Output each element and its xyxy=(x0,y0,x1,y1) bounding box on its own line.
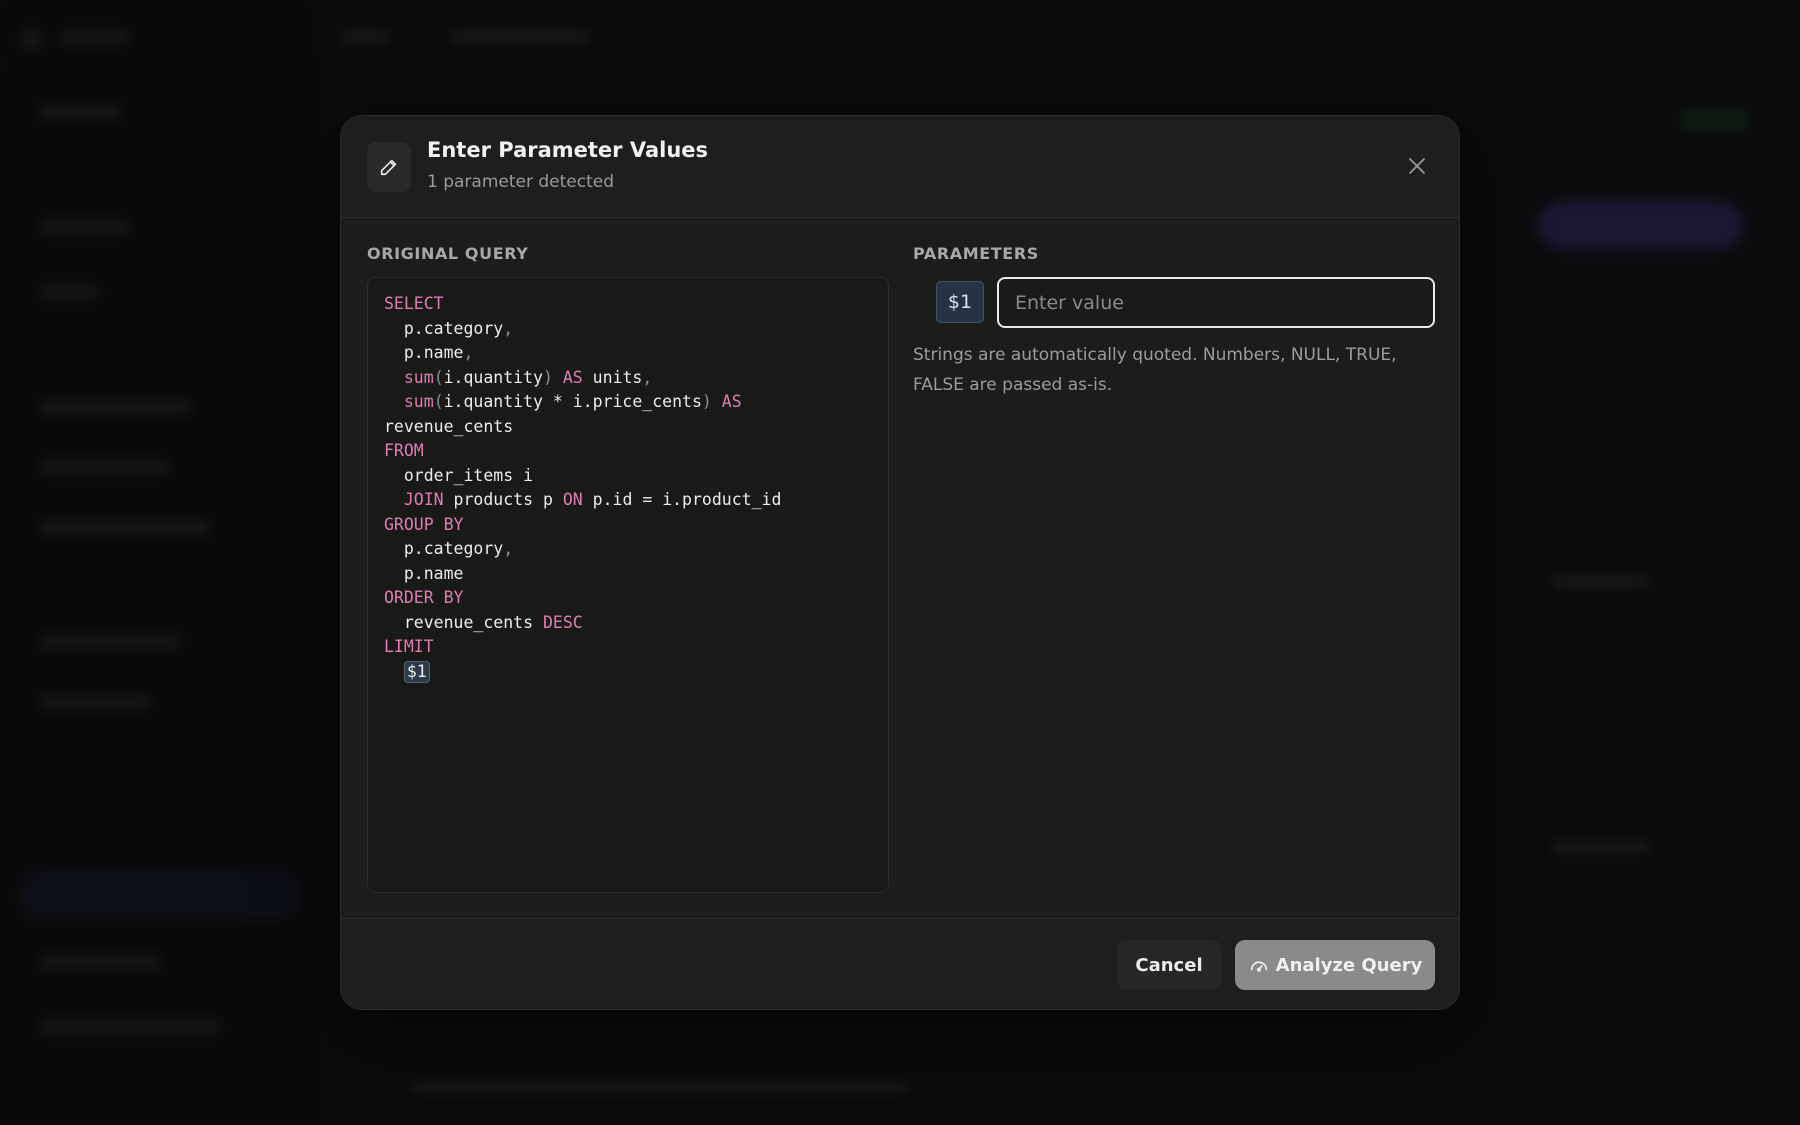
sql-punctuation: ) xyxy=(542,367,553,387)
sql-text: products p xyxy=(443,490,563,509)
sql-keyword: ORDER BY xyxy=(384,588,464,607)
sql-text: order_items i xyxy=(384,465,534,485)
sql-text: i.quantity xyxy=(443,367,543,387)
dialog-title: Enter Parameter Values xyxy=(427,138,709,162)
code-line: order_items i xyxy=(384,464,872,489)
parameter-name-badge: $1 xyxy=(936,281,984,323)
code-line: FROM xyxy=(384,439,872,464)
sql-text: units xyxy=(582,367,643,387)
code-line: p.category, xyxy=(384,537,872,562)
sql-punctuation: ( xyxy=(433,392,444,411)
sql-keyword: AS xyxy=(562,367,583,387)
code-line: $1 xyxy=(384,660,872,685)
dialog-subtitle: 1 parameter detected xyxy=(427,172,615,192)
sql-keyword: sum xyxy=(403,392,434,411)
code-line: sum(i.quantity) AS units, xyxy=(384,366,872,391)
analyze-query-button[interactable]: Analyze Query xyxy=(1235,940,1435,990)
code-line: GROUP BY xyxy=(384,513,872,538)
sql-keyword: FROM xyxy=(384,441,424,460)
code-line: sum(i.quantity * i.price_cents) AS xyxy=(384,390,872,415)
sql-keyword: sum xyxy=(403,367,434,387)
sql-punctuation: , xyxy=(503,539,514,558)
code-line: p.name xyxy=(384,562,872,587)
code-line: JOIN products p ON p.id = i.product_id xyxy=(384,488,872,513)
dialog-footer: Cancel Analyze Query xyxy=(341,918,1459,1009)
sql-keyword: LIMIT xyxy=(384,637,434,656)
sql-keyword: GROUP BY xyxy=(384,514,464,534)
sql-text: p.id = i.product_id xyxy=(582,490,782,509)
parameters-help-text: Strings are automatically quoted. Number… xyxy=(913,345,1397,395)
sql-text: p.category xyxy=(384,539,504,558)
sql-text: p.name xyxy=(384,343,464,362)
dialog-header: Enter Parameter Values 1 parameter detec… xyxy=(341,116,1459,218)
cancel-button[interactable]: Cancel xyxy=(1117,940,1221,990)
code-line: ORDER BY xyxy=(384,586,872,611)
code-line: p.name, xyxy=(384,341,872,366)
sql-text: p.name xyxy=(384,563,464,583)
sql-punctuation: ( xyxy=(433,367,444,387)
original-query-label: ORIGINAL QUERY xyxy=(367,244,529,263)
sql-punctuation: ) xyxy=(701,392,712,411)
code-line: LIMIT xyxy=(384,635,872,660)
sql-keyword: ON xyxy=(562,490,583,509)
code-line: revenue_cents DESC xyxy=(384,611,872,636)
query-parameter-chip: $1 xyxy=(403,660,430,683)
sql-text: i.quantity * i.price_cents xyxy=(443,392,702,411)
parameters-label: PARAMETERS xyxy=(913,244,1039,263)
analyze-query-label: Analyze Query xyxy=(1275,954,1423,976)
sql-text: revenue_cents xyxy=(384,612,543,632)
sql-punctuation: , xyxy=(642,367,653,387)
sql-keyword: DESC xyxy=(542,612,583,632)
sql-keyword: JOIN xyxy=(403,490,444,509)
query-code-block: SELECT p.category, p.name, sum(i.quantit… xyxy=(367,277,889,893)
sql-keyword: AS xyxy=(721,392,742,411)
parameter-dialog: Enter Parameter Values 1 parameter detec… xyxy=(340,115,1460,1010)
code-line: p.category, xyxy=(384,317,872,342)
pencil-icon xyxy=(367,142,411,192)
sql-punctuation: , xyxy=(503,318,514,338)
sql-punctuation: , xyxy=(463,343,474,362)
sql-keyword: SELECT xyxy=(384,294,444,313)
sql-text: revenue_cents xyxy=(384,416,514,436)
code-line: revenue_cents xyxy=(384,415,872,440)
parameter-value-input[interactable] xyxy=(997,277,1435,328)
close-icon[interactable] xyxy=(1403,152,1431,180)
sql-text: p.category xyxy=(384,318,504,338)
code-line: SELECT xyxy=(384,292,872,317)
gauge-icon xyxy=(1248,954,1270,976)
